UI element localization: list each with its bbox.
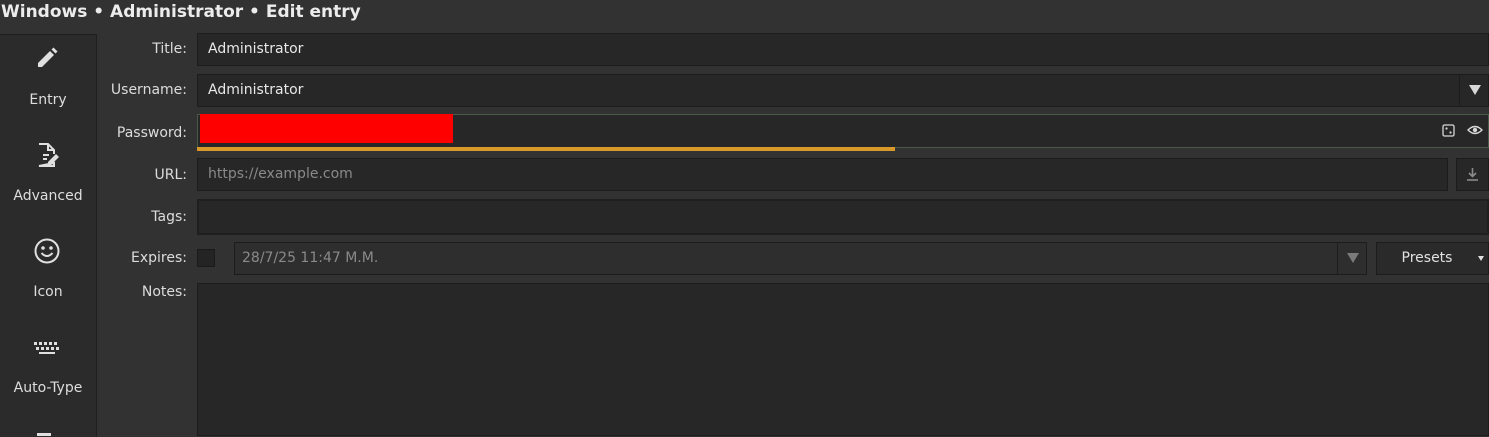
sidebar-item-label: Entry <box>29 92 67 108</box>
presets-button[interactable]: Presets <box>1376 242 1489 275</box>
username-value: Administrator <box>208 82 304 98</box>
expires-value: 28/7/25 11:47 M.M. <box>242 250 379 266</box>
keyboard-icon <box>34 342 59 354</box>
sidebar-item-auto-type[interactable]: Auto-Type <box>0 323 96 415</box>
chevron-down-icon <box>1469 85 1481 95</box>
expires-dropdown-button[interactable] <box>1337 243 1367 274</box>
sidebar-item-advanced[interactable]: Advanced <box>0 131 96 223</box>
window-title-bar: Windows • Administrator • Edit entry <box>0 0 1489 34</box>
expires-label: Expires: <box>131 250 187 266</box>
presets-label: Presets <box>1401 250 1453 266</box>
sidebar-item-label: Advanced <box>13 188 83 204</box>
expires-datetime-field[interactable]: 28/7/25 11:47 M.M. <box>234 242 1367 275</box>
sidebar-item-entry[interactable]: Entry <box>0 35 96 127</box>
smiley-icon <box>34 238 60 264</box>
title-value: Administrator <box>208 41 304 57</box>
download-favicon-button[interactable] <box>1456 158 1489 191</box>
show-password-icon[interactable] <box>1467 124 1483 136</box>
url-label: URL: <box>154 167 188 183</box>
tags-field[interactable] <box>197 199 1489 235</box>
window-title: Windows • Administrator • Edit entry <box>1 2 361 22</box>
username-combobox[interactable]: Administrator <box>197 74 1489 107</box>
username-dropdown-button[interactable] <box>1459 75 1489 106</box>
expires-checkbox[interactable] <box>197 249 215 267</box>
download-icon <box>1467 168 1478 181</box>
tags-label: Tags: <box>151 209 187 225</box>
presets-chevron-down-icon <box>1478 256 1484 261</box>
document-edit-icon <box>38 143 59 167</box>
password-label: Password: <box>116 125 187 141</box>
password-generator-icon[interactable] <box>1442 124 1455 137</box>
notes-textarea[interactable] <box>197 283 1489 436</box>
pencil-icon <box>38 47 58 67</box>
sidebar-item-icon[interactable]: Icon <box>0 227 96 319</box>
sidebar-item-label: Icon <box>33 284 63 300</box>
password-field[interactable] <box>197 114 1489 148</box>
password-redaction <box>200 114 453 143</box>
url-field[interactable]: https://example.com <box>197 158 1448 191</box>
notes-label: Notes: <box>141 284 187 300</box>
password-strength-bar <box>197 147 895 151</box>
sidebar: Entry Advanced Icon Auto-Type <box>0 34 97 437</box>
username-label: Username: <box>110 82 187 98</box>
chevron-down-icon <box>1347 253 1359 263</box>
title-label: Title: <box>152 41 187 57</box>
title-field[interactable]: Administrator <box>197 33 1489 66</box>
sidebar-item-label: Auto-Type <box>13 380 83 396</box>
url-placeholder: https://example.com <box>208 166 353 182</box>
